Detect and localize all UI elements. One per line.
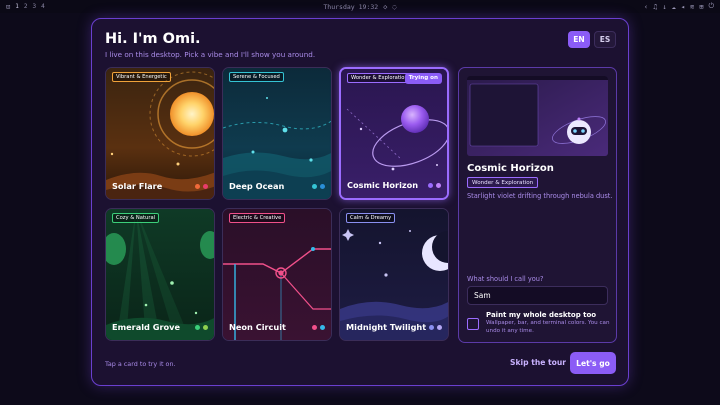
- theme-card-solar-flare[interactable]: Vibrant & Energetic Solar Flare: [105, 67, 215, 200]
- card-color-dots: [312, 184, 325, 189]
- lets-go-button[interactable]: Let's go: [570, 352, 616, 374]
- paint-desktop-checkbox[interactable]: [467, 318, 479, 330]
- card-name: Neon Circuit: [229, 322, 286, 332]
- footer-hint: Tap a card to try it on.: [105, 360, 176, 368]
- chevron-left-icon[interactable]: ‹: [644, 3, 648, 11]
- language-es-button[interactable]: ES: [594, 31, 616, 48]
- theme-card-neon-circuit[interactable]: Electric & Creative Neon Circuit: [222, 208, 332, 341]
- clock[interactable]: Thursday 19:32: [323, 3, 378, 11]
- color-dot: [437, 325, 442, 330]
- clock-area: Thursday 19:32 ◇ ◌: [323, 3, 396, 11]
- card-color-dots: [312, 325, 325, 330]
- cloud-icon[interactable]: ☁: [672, 3, 676, 11]
- sync-icon[interactable]: ◇: [383, 3, 387, 11]
- color-dot: [320, 184, 325, 189]
- desktop-preview: [467, 76, 608, 156]
- desktop-preview-art: [467, 76, 608, 156]
- color-dot: [312, 325, 317, 330]
- color-dot: [195, 184, 200, 189]
- paint-desktop-description: Wallpaper, bar, and terminal colors. You…: [486, 320, 610, 334]
- grid-icon[interactable]: ⊞: [699, 3, 703, 11]
- volume-icon[interactable]: ◂: [681, 3, 685, 11]
- music-icon[interactable]: ♫: [653, 3, 657, 11]
- color-dot: [312, 184, 317, 189]
- preview-description: Starlight violet drifting through nebula…: [467, 192, 613, 200]
- card-tag: Calm & Dreamy: [346, 213, 396, 223]
- card-color-dots: [428, 183, 441, 188]
- theme-card-emerald-grove[interactable]: Cozy & Natural Emerald Grove: [105, 208, 215, 341]
- dialog-title: Hi. I'm Omi.: [105, 31, 201, 47]
- trying-on-badge: Trying on: [404, 73, 442, 84]
- color-dot: [203, 325, 208, 330]
- theme-preview-panel: Cosmic Horizon Wonder & Exploration Star…: [458, 67, 617, 343]
- workspace-3[interactable]: 3: [32, 3, 36, 10]
- card-name: Deep Ocean: [229, 181, 285, 191]
- name-input[interactable]: Sam: [467, 286, 608, 305]
- card-color-dots: [195, 325, 208, 330]
- card-color-dots: [195, 184, 208, 189]
- card-tag: Electric & Creative: [229, 213, 286, 223]
- workspace-2[interactable]: 2: [24, 3, 28, 10]
- name-field-label: What should I call you?: [467, 275, 544, 283]
- power-icon[interactable]: ⏻: [708, 2, 714, 11]
- preview-title: Cosmic Horizon: [467, 163, 554, 174]
- dialog-subtitle: I live on this desktop. Pick a vibe and …: [105, 50, 316, 59]
- color-dot: [203, 184, 208, 189]
- download-icon[interactable]: ↓: [662, 3, 666, 11]
- card-name: Solar Flare: [112, 181, 163, 191]
- color-dot: [429, 325, 434, 330]
- preview-tag: Wonder & Exploration: [467, 177, 539, 188]
- language-en-button[interactable]: EN: [568, 31, 590, 48]
- paint-desktop-label[interactable]: Paint my whole desktop too: [486, 311, 596, 319]
- chat-icon[interactable]: ◌: [392, 3, 396, 11]
- theme-card-cosmic-horizon[interactable]: Wonder & Exploration Trying on Cosmic Ho…: [339, 67, 449, 200]
- card-name: Cosmic Horizon: [347, 180, 419, 190]
- onboarding-dialog: Hi. I'm Omi. I live on this desktop. Pic…: [91, 18, 629, 386]
- card-tag: Cozy & Natural: [112, 213, 160, 223]
- card-tag: Serene & Focused: [229, 72, 284, 82]
- top-status-bar: ⊡ 1 2 3 4 Thursday 19:32 ◇ ◌ ‹ ♫ ↓ ☁ ◂ ≋…: [0, 0, 720, 13]
- workspace-1[interactable]: 1: [15, 3, 19, 10]
- workspace-indicator-icon[interactable]: ⊡: [6, 3, 10, 11]
- color-dot: [195, 325, 200, 330]
- theme-card-deep-ocean[interactable]: Serene & Focused Deep Ocean: [222, 67, 332, 200]
- color-dot: [436, 183, 441, 188]
- card-tag: Vibrant & Energetic: [112, 72, 171, 82]
- card-name: Emerald Grove: [112, 322, 181, 332]
- workspace-4[interactable]: 4: [41, 3, 45, 10]
- skip-tour-button[interactable]: Skip the tour: [510, 358, 566, 367]
- color-dot: [428, 183, 433, 188]
- card-name: Midnight Twilight: [346, 322, 427, 332]
- card-tag: Wonder & Exploration: [347, 73, 411, 83]
- wifi-icon[interactable]: ≋: [690, 3, 694, 11]
- card-color-dots: [429, 325, 442, 330]
- tray: ‹ ♫ ↓ ☁ ◂ ≋ ⊞ ⏻: [644, 2, 714, 11]
- theme-card-midnight-twilight[interactable]: Calm & Dreamy Midnight Twilight: [339, 208, 449, 341]
- workspace-list: ⊡ 1 2 3 4: [6, 3, 45, 11]
- color-dot: [320, 325, 325, 330]
